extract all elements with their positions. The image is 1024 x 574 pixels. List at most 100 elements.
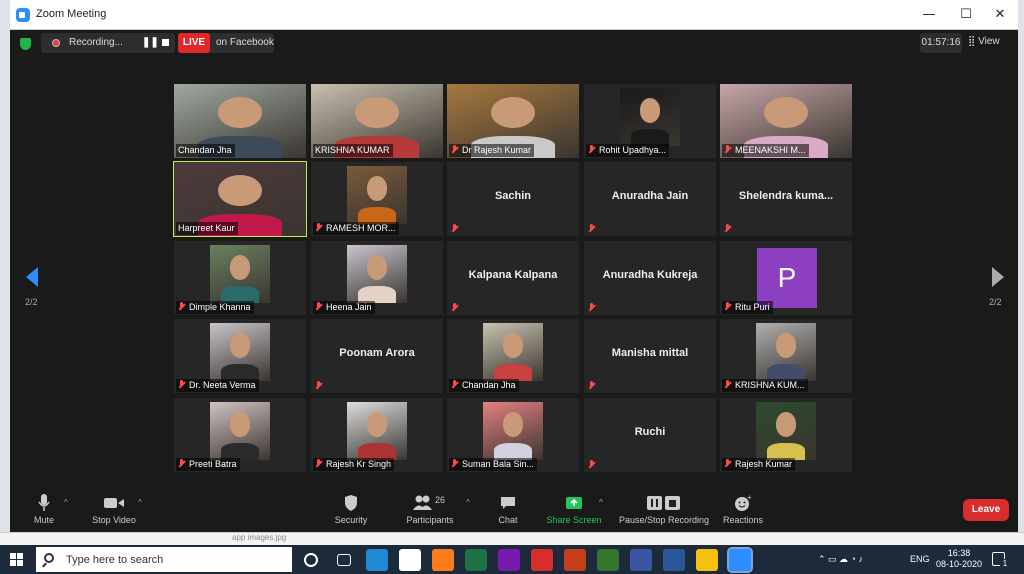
cortana-icon[interactable]	[304, 553, 318, 567]
muted-mic-icon	[178, 459, 185, 468]
chat-label: Chat	[498, 515, 518, 525]
participant-tile[interactable]: Chandan Jha	[174, 84, 306, 158]
participant-tile[interactable]: Rajesh Kr Singh	[311, 398, 443, 472]
powerpoint-icon[interactable]	[564, 549, 586, 571]
pause-stop-recording-label: Pause/Stop Recording	[618, 515, 710, 525]
participant-name: Suman Bala Sin...	[462, 459, 535, 469]
previous-page-arrow-icon[interactable]	[26, 267, 38, 287]
participant-name: Anuradha Jain	[611, 190, 689, 202]
leave-meeting-button[interactable]: Leave	[963, 499, 1009, 521]
chat-bubble-icon	[494, 494, 522, 512]
encryption-shield-icon[interactable]	[20, 38, 31, 50]
share-options-caret-icon[interactable]: ^	[599, 498, 603, 507]
minimize-button[interactable]: —	[914, 4, 944, 26]
muted-mic-icon	[588, 381, 595, 390]
stop-video-button[interactable]: Stop Video	[88, 490, 140, 525]
participant-tile[interactable]: Rohit Upadhya...	[584, 84, 716, 158]
participant-tile[interactable]: Dr. Neeta Verma	[174, 319, 306, 393]
close-button[interactable]: ✕	[985, 4, 1015, 26]
participant-tile[interactable]: Poonam Arora	[311, 319, 443, 393]
zoom-icon[interactable]	[727, 547, 753, 573]
store-icon[interactable]	[399, 549, 421, 571]
person-head	[639, 98, 661, 123]
security-button[interactable]: Security	[330, 490, 372, 525]
muted-mic-icon	[178, 380, 185, 389]
muted-mic-icon	[315, 459, 322, 468]
participant-name: Dr. Neeta Verma	[189, 380, 256, 390]
firefox-icon[interactable]	[432, 549, 454, 571]
participant-tile[interactable]: Anuradha Jain	[584, 162, 716, 236]
chrome-icon[interactable]	[696, 549, 718, 571]
chat-button[interactable]: Chat	[494, 490, 522, 525]
participant-tile[interactable]: Rajesh Kumar	[720, 398, 852, 472]
participant-label: Ritu Puri	[722, 301, 773, 314]
system-clock[interactable]: 16:38 08-10-2020	[934, 548, 984, 570]
video-options-caret-icon[interactable]: ^	[138, 498, 142, 507]
participant-label: MEENAKSHI M...	[722, 144, 809, 157]
participant-tile[interactable]: RAMESH MOR...	[311, 162, 443, 236]
windows-start-icon[interactable]	[10, 553, 23, 566]
recording-dot-icon	[52, 39, 60, 47]
photos-icon[interactable]	[531, 549, 553, 571]
participant-tile[interactable]: Suman Bala Sin...	[447, 398, 579, 472]
share-screen-button[interactable]: Share Screen	[546, 490, 602, 525]
tray-icons[interactable]: ⌃ ▭ ☁ ◔ ♪	[818, 554, 863, 565]
language-indicator[interactable]: ENG	[910, 554, 930, 564]
person-head	[217, 175, 263, 207]
audio-options-caret-icon[interactable]: ^	[64, 498, 68, 507]
participant-tile[interactable]: Dimple Khanna	[174, 241, 306, 315]
visio-icon[interactable]	[630, 549, 652, 571]
edge-icon[interactable]	[366, 549, 388, 571]
participant-tile[interactable]: Shelendra kuma...	[720, 162, 852, 236]
title-bar: Zoom Meeting — ☐ ✕	[10, 0, 1018, 30]
desktop-background-right	[1018, 0, 1024, 545]
participants-icon: 26	[402, 494, 458, 512]
participant-tile[interactable]: KRISHNA KUMAR	[311, 84, 443, 158]
participant-tile[interactable]: KRISHNA KUM...	[720, 319, 852, 393]
participant-name: Rajesh Kumar	[735, 459, 793, 469]
project-icon[interactable]	[597, 549, 619, 571]
participant-tile[interactable]: Kalpana Kalpana	[447, 241, 579, 315]
word-icon[interactable]	[663, 549, 685, 571]
participant-tile[interactable]: Ruchi	[584, 398, 716, 472]
participants-caret-icon[interactable]: ^	[466, 498, 470, 507]
participant-label: Rohit Upadhya...	[586, 144, 670, 157]
participant-tile[interactable]: Heena Jain	[311, 241, 443, 315]
person-head	[366, 412, 388, 437]
muted-mic-icon	[315, 302, 322, 311]
participant-photo	[620, 88, 680, 146]
participant-tile[interactable]: Chandan Jha	[447, 319, 579, 393]
participant-tile[interactable]: Anuradha Kukreja	[584, 241, 716, 315]
live-stream-indicator[interactable]: LIVE on Facebook	[178, 33, 274, 53]
mute-label: Mute	[33, 515, 54, 525]
person-head	[366, 176, 388, 201]
participant-tile[interactable]: Sachin	[447, 162, 579, 236]
participant-tile[interactable]: P Ritu Puri	[720, 241, 852, 315]
maximize-button[interactable]: ☐	[951, 4, 981, 26]
security-shield-icon	[330, 494, 372, 512]
participant-label: Rajesh Kr Singh	[313, 458, 395, 471]
participant-tile[interactable]: Harpreet Kaur	[173, 161, 307, 237]
task-view-icon[interactable]	[337, 554, 351, 566]
taskbar-search-box[interactable]: Type here to search	[36, 547, 292, 572]
participant-tile[interactable]: MEENAKSHI M...	[720, 84, 852, 158]
participant-tile[interactable]: Manisha mittal	[584, 319, 716, 393]
participant-tile[interactable]: Dr Rajesh Kumar	[447, 84, 579, 158]
next-page-arrow-icon[interactable]	[992, 267, 1004, 287]
participant-label: Chandan Jha	[449, 379, 519, 392]
participants-button[interactable]: 26 Participants	[402, 490, 458, 525]
pause-stop-recording-button[interactable]: Pause/Stop Recording	[616, 490, 712, 525]
recording-label: Recording...	[69, 37, 123, 48]
excel-icon[interactable]	[465, 549, 487, 571]
participant-label: KRISHNA KUMAR	[313, 144, 393, 157]
mute-button[interactable]: Mute	[30, 490, 58, 525]
view-button[interactable]: ⣿ View	[968, 36, 1000, 47]
reactions-button[interactable]: + Reactions	[720, 490, 766, 525]
stop-recording-button[interactable]	[162, 39, 169, 46]
muted-mic-icon	[724, 459, 731, 468]
participant-name: Dimple Khanna	[189, 302, 251, 312]
onenote-icon[interactable]	[498, 549, 520, 571]
pause-recording-button[interactable]: ❚❚	[142, 37, 159, 48]
participant-tile[interactable]: Preeti Batra	[174, 398, 306, 472]
muted-mic-icon	[451, 459, 458, 468]
